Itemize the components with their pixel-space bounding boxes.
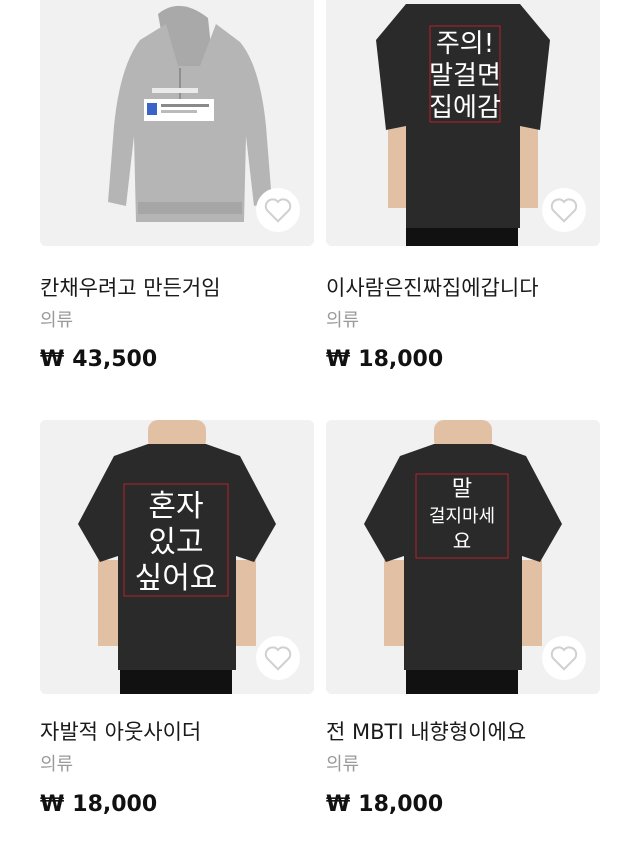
print-line: 주의! xyxy=(436,29,494,59)
print-line: 걸지마세 xyxy=(429,506,495,527)
currency-symbol: ₩ xyxy=(326,792,351,817)
product-price: ₩18,000 xyxy=(326,792,443,817)
currency-symbol: ₩ xyxy=(40,347,65,372)
favorite-button[interactable] xyxy=(256,188,300,232)
heart-outline-icon xyxy=(264,646,292,671)
favorite-button[interactable] xyxy=(256,636,300,680)
print-line: 혼자 xyxy=(148,489,203,524)
product-category: 의류 xyxy=(326,310,360,331)
product-price: ₩18,000 xyxy=(40,792,157,817)
print-line: 요 xyxy=(453,529,471,553)
price-value: 18,000 xyxy=(72,792,158,817)
print-line: 싶어요 xyxy=(135,561,218,596)
heart-outline-icon xyxy=(550,646,578,671)
price-value: 43,500 xyxy=(72,347,158,372)
heart-outline-icon xyxy=(550,198,578,223)
print-line: 집에감 xyxy=(429,93,501,123)
product-title[interactable]: 전 MBTI 내향형이에요 xyxy=(326,716,526,746)
product-category: 의류 xyxy=(40,754,74,775)
print-line: 말 xyxy=(452,477,472,502)
product-card[interactable]: 말 걸지마세 요 전 MBTI 내향형이에요 의류 ₩18,000 xyxy=(326,420,600,840)
product-image[interactable] xyxy=(40,0,314,246)
favorite-button[interactable] xyxy=(542,636,586,680)
favorite-button[interactable] xyxy=(542,188,586,232)
currency-symbol: ₩ xyxy=(326,347,351,372)
price-value: 18,000 xyxy=(358,347,444,372)
heart-outline-icon xyxy=(264,198,292,223)
product-image[interactable]: 혼자 있고 싶어요 xyxy=(40,420,314,694)
print-line: 말걸면 xyxy=(429,61,501,91)
product-title[interactable]: 자발적 아웃사이더 xyxy=(40,716,201,746)
product-title[interactable]: 칸채우려고 만든거임 xyxy=(40,272,221,302)
product-image[interactable]: 말 걸지마세 요 xyxy=(326,420,600,694)
price-value: 18,000 xyxy=(358,792,444,817)
product-card[interactable]: 칸채우려고 만든거임 의류 ₩43,500 xyxy=(40,0,314,380)
product-price: ₩18,000 xyxy=(326,347,443,372)
product-card[interactable]: 혼자 있고 싶어요 자발적 아웃사이더 의류 ₩18,000 xyxy=(40,420,314,840)
print-line: 있고 xyxy=(148,525,203,560)
currency-symbol: ₩ xyxy=(40,792,65,817)
product-card[interactable]: 주의! 말걸면 집에감 이사람은진짜집에갑니다 의류 ₩18,000 xyxy=(326,0,600,380)
product-price: ₩43,500 xyxy=(40,347,157,372)
product-category: 의류 xyxy=(326,754,360,775)
product-title[interactable]: 이사람은진짜집에갑니다 xyxy=(326,272,539,302)
product-category: 의류 xyxy=(40,310,74,331)
product-image[interactable]: 주의! 말걸면 집에감 xyxy=(326,0,600,246)
